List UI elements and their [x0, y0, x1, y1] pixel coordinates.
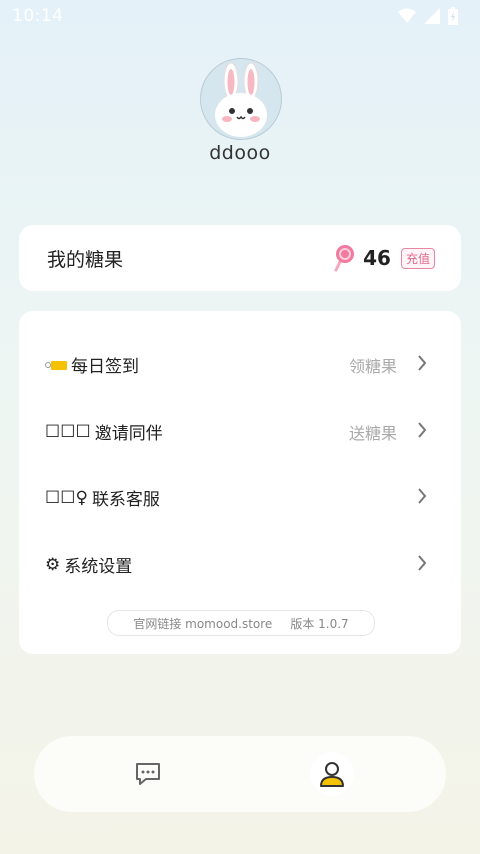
menu-card: 每日签到 领糖果 ☐☐☐ 邀请同伴 送糖果 ☐☐♀ 联系客服 ⚙ 系统设置 官网… [19, 311, 461, 654]
tab-profile[interactable] [310, 752, 354, 796]
username: ddooo [209, 142, 271, 164]
candy-card[interactable]: 我的糖果 46 充值 [19, 225, 461, 291]
menu-item-support[interactable]: ☐☐♀ 联系客服 [19, 477, 461, 517]
chevron-right-icon [418, 355, 427, 371]
menu-item-label: ☐☐☐ 邀请同伴 [45, 419, 163, 445]
invite-hint: 送糖果 [348, 424, 397, 443]
status-bar: 10:14 [0, 0, 480, 32]
chat-bubble-icon [136, 763, 160, 785]
support-label: 联系客服 [91, 490, 160, 510]
status-icons [398, 7, 458, 25]
chevron-right-icon [418, 555, 427, 571]
wifi-icon [398, 8, 416, 23]
menu-item-daily-checkin[interactable]: 每日签到 领糖果 [19, 344, 461, 384]
tab-chat[interactable] [126, 752, 170, 796]
menu-item-invite[interactable]: ☐☐☐ 邀请同伴 送糖果 [19, 411, 461, 451]
recharge-button[interactable]: 充值 [400, 247, 435, 269]
gear-icon: ⚙ [45, 554, 61, 575]
menu-item-label: ⚙ 系统设置 [45, 552, 133, 578]
menu-item-label: 每日签到 [45, 352, 139, 377]
status-time: 10:14 [12, 6, 64, 26]
website-link[interactable]: 官网链接 momood.store [133, 615, 272, 632]
chevron-right-icon [418, 422, 427, 438]
person-icon [320, 762, 344, 787]
lollipop-icon [334, 245, 355, 272]
chevron-right-icon [418, 488, 427, 504]
rabbit-icon [215, 62, 267, 137]
daily-checkin-label: 每日签到 [71, 357, 139, 377]
menu-item-label: ☐☐♀ 联系客服 [45, 485, 160, 511]
app-info-pill: 官网链接 momood.store 版本 1.0.7 [107, 610, 375, 636]
daily-checkin-hint: 领糖果 [348, 357, 397, 376]
settings-label: 系统设置 [64, 557, 133, 577]
candy-title: 我的糖果 [47, 249, 124, 271]
avatar[interactable] [200, 58, 282, 140]
candy-count: 46 [363, 246, 391, 270]
support-prefix-glyphs: ☐☐♀ [45, 487, 88, 508]
invite-label: 邀请同伴 [94, 424, 163, 444]
battery-icon [448, 7, 458, 25]
tag-icon [45, 360, 67, 370]
version-text: 版本 1.0.7 [290, 616, 349, 631]
bottom-nav [34, 736, 446, 812]
signal-icon [424, 8, 440, 24]
invite-prefix-glyphs: ☐☐☐ [45, 421, 91, 442]
menu-item-settings[interactable]: ⚙ 系统设置 [19, 544, 461, 584]
candy-balance: 46 充值 [329, 244, 435, 272]
